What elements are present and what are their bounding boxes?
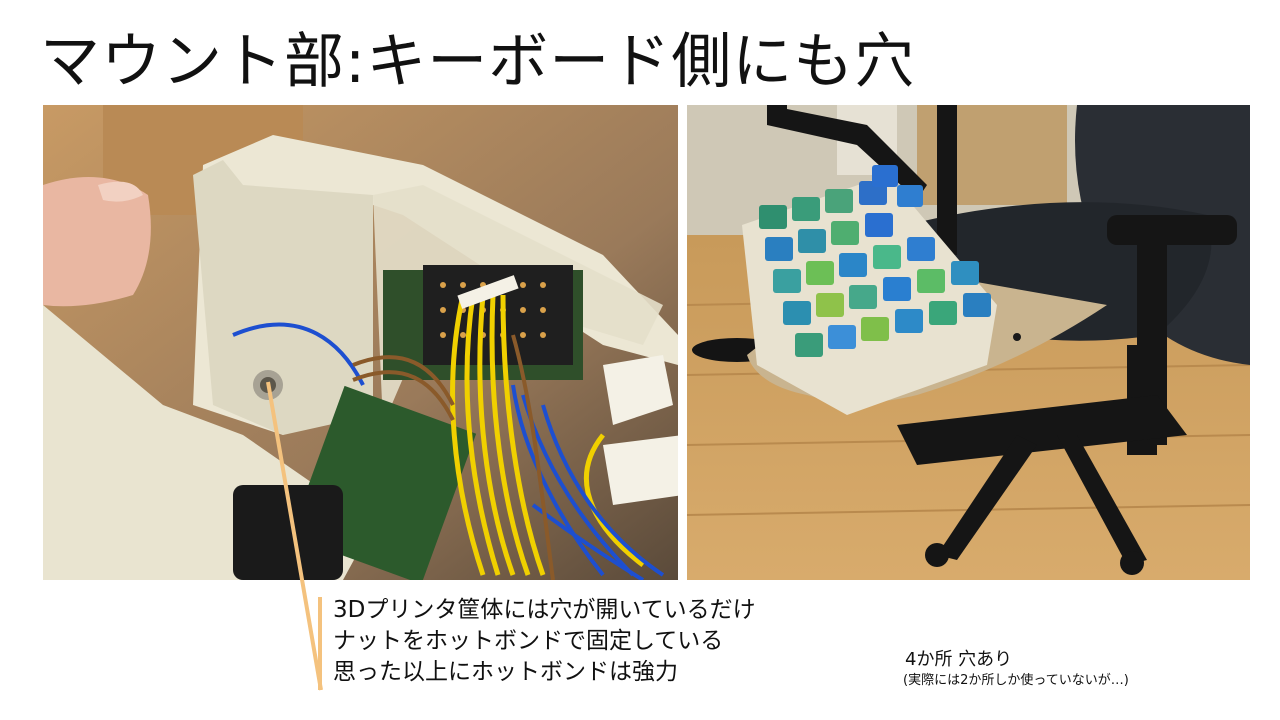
note-sub: (実際には2か所しか使っていないが…) — [903, 673, 1129, 688]
callout-line-1: 3Dプリンタ筐体には穴が開いているだけ — [333, 597, 756, 623]
callout-line-3: 思った以上にホットボンドは強力 — [333, 659, 678, 685]
callout-text: 3Dプリンタ筐体には穴が開いているだけ ナットをホットボンドで固定している 思っ… — [333, 595, 756, 688]
note-main: 4か所 穴あり — [905, 649, 1013, 670]
callout-line-2: ナットをホットボンドで固定している — [333, 628, 724, 654]
hole-count-note: 4か所 穴あり (実際には2か所しか使っていないが…) — [903, 648, 1129, 690]
callout-accent-bar — [318, 597, 322, 690]
case-closeup-photo — [43, 105, 678, 580]
chair-mounted-keyboard-photo — [687, 105, 1250, 580]
slide-title: マウント部:キーボード側にも穴 — [40, 27, 916, 97]
